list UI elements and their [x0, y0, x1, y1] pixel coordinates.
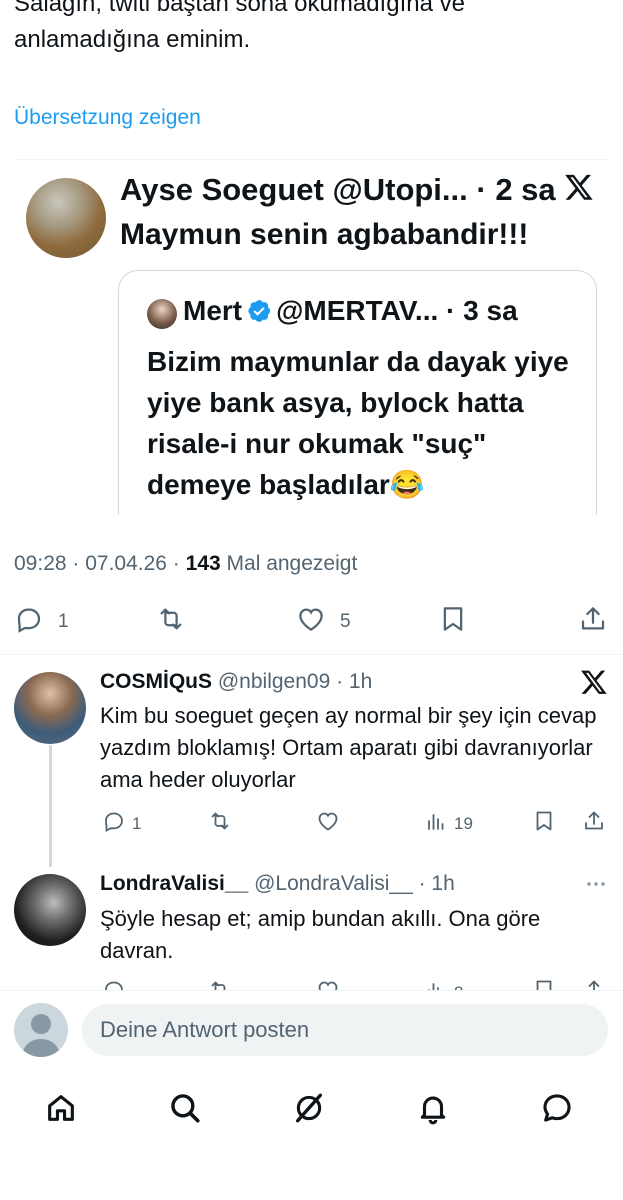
reply-author-name[interactable]: COSMİQuS	[100, 670, 212, 693]
tweet-text-line-2: anlamadığına eminim.	[14, 26, 251, 53]
tweet-text: Salağın, twiti baştan sona okumadığına v…	[14, 0, 604, 58]
reply-author-avatar[interactable]	[14, 672, 86, 744]
quote-time: · 2 sa	[476, 172, 556, 207]
verified-badge-icon	[246, 298, 272, 324]
reply-author-handle[interactable]: @nbilgen09 · 1h	[218, 670, 372, 693]
x-logo-icon	[580, 668, 608, 696]
tweet-timestamp: 09:28 · 07.04.26 ·	[14, 552, 180, 575]
reply-count: 1	[58, 611, 69, 632]
reply-count: 1	[132, 813, 142, 833]
share-button[interactable]	[578, 604, 608, 640]
reply-button[interactable]: 1	[14, 604, 69, 640]
bookmark-icon	[532, 809, 556, 838]
view-count-label: Mal angezeigt	[226, 552, 358, 575]
home-icon[interactable]	[44, 1091, 78, 1125]
divider	[14, 159, 606, 160]
reply-author-name[interactable]: LondraValisi__	[100, 872, 248, 895]
reply-header: LondraValisi__ @LondraValisi__ · 1h	[100, 872, 455, 896]
views-button[interactable]: 19	[424, 809, 473, 838]
reply-icon	[102, 809, 126, 838]
repost-icon	[156, 604, 186, 640]
reply-author-handle[interactable]: @LondraValisi__ · 1h	[254, 872, 455, 895]
share-icon	[578, 604, 608, 640]
notifications-icon[interactable]	[416, 1091, 450, 1125]
reply-header: COSMİQuS @nbilgen09 · 1h	[100, 670, 372, 694]
repost-icon	[208, 809, 232, 838]
quote-author-name[interactable]: Ayse Soeguet	[120, 172, 324, 207]
share-button[interactable]	[582, 809, 606, 838]
reply-input[interactable]: Deine Antwort posten	[82, 1004, 608, 1056]
like-count: 5	[340, 611, 351, 632]
share-icon	[582, 809, 606, 838]
messages-icon[interactable]	[540, 1091, 574, 1125]
quote-author-handle[interactable]: @Utopi...	[333, 172, 468, 207]
reply-icon	[14, 604, 44, 640]
bookmark-button[interactable]	[438, 604, 468, 640]
reply-button[interactable]: 1	[102, 809, 141, 838]
divider	[0, 654, 623, 655]
view-count: 19	[454, 813, 473, 833]
heart-icon	[296, 604, 326, 640]
user-avatar[interactable]	[14, 1003, 68, 1057]
quote-author-avatar[interactable]	[26, 178, 106, 258]
tweet-text-line-1: Salağın, twiti baştan sona okumadığına v…	[14, 0, 465, 17]
quote-text: Maymun senin agbabandir!!!	[120, 218, 529, 251]
quoted-author-handle: @MERTAV...	[276, 295, 439, 326]
reply-text: Şöyle hesap et; amip bundan akıllı. Ona …	[100, 906, 541, 963]
quoted-time: · 3 sa	[446, 295, 518, 326]
more-options-icon[interactable]	[584, 872, 608, 896]
like-button[interactable]	[316, 809, 340, 838]
show-translation-link[interactable]: Übersetzung zeigen	[14, 106, 201, 130]
heart-icon	[316, 809, 340, 838]
thread-line	[49, 745, 52, 867]
reply-input-placeholder: Deine Antwort posten	[100, 1017, 310, 1042]
quoted-text: Bizim maymunlar da dayak yiye yiye bank …	[147, 346, 569, 500]
quoted-tweet-card[interactable]: Mert @MERTAV... · 3 sa Bizim maymunlar da…	[118, 270, 597, 515]
x-logo-icon	[564, 172, 600, 208]
repost-button[interactable]	[208, 809, 232, 838]
analytics-icon	[424, 809, 448, 838]
bookmark-icon	[438, 604, 468, 640]
reply-author-avatar[interactable]	[14, 874, 86, 946]
search-icon[interactable]	[168, 1091, 202, 1125]
quote-header: Ayse Soeguet @Utopi... · 2 sa	[120, 172, 556, 208]
bookmark-button[interactable]	[532, 809, 556, 838]
quoted-header: Mert @MERTAV... · 3 sa	[183, 295, 518, 327]
grok-icon[interactable]	[292, 1091, 326, 1125]
quoted-author-avatar	[147, 299, 177, 329]
view-count: 143	[185, 552, 221, 575]
repost-button[interactable]	[156, 604, 186, 640]
reply-text: Kim bu soeguet geçen ay normal bir şey i…	[100, 703, 597, 792]
like-button[interactable]: 5	[296, 604, 351, 640]
tweet-meta: 09:28 · 07.04.26 · 143 Mal angezeigt	[14, 552, 357, 576]
quoted-author-name: Mert	[183, 295, 243, 326]
